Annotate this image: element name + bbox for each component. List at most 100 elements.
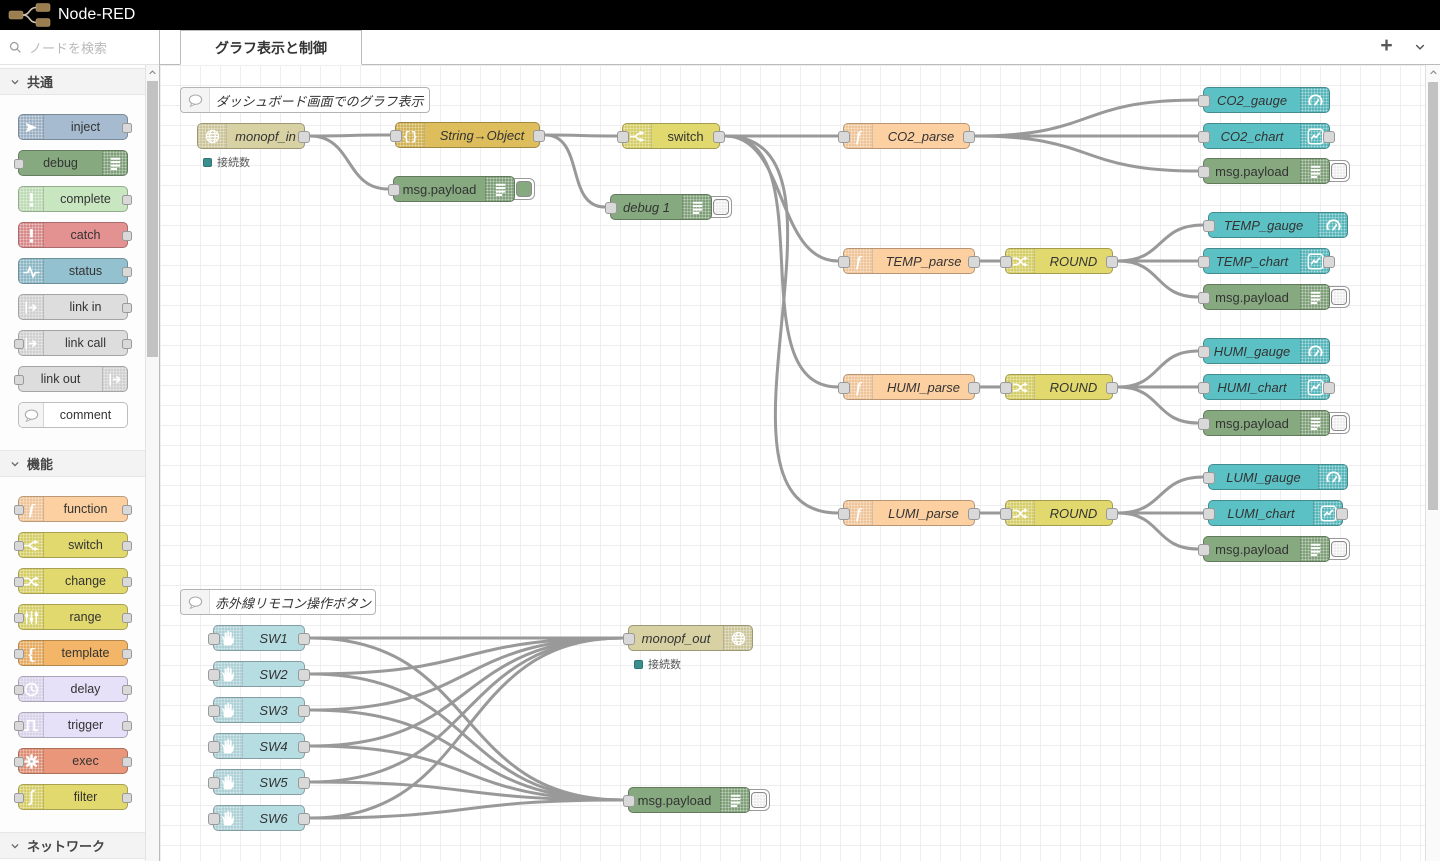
- input-port[interactable]: [14, 649, 24, 659]
- wire-round2-to-mp4[interactable]: [1118, 387, 1198, 423]
- palette-node-link-in[interactable]: link in: [18, 294, 128, 320]
- output-port[interactable]: [122, 267, 132, 277]
- output-port[interactable]: [122, 339, 132, 349]
- palette-scrollbar[interactable]: [145, 65, 159, 861]
- wire-round3-to-lumi_gauge[interactable]: [1118, 477, 1203, 513]
- output-port[interactable]: [122, 613, 132, 623]
- canvas-scrollbar-up-icon[interactable]: [1426, 65, 1440, 80]
- wire-round1-to-temp_gauge[interactable]: [1118, 225, 1203, 261]
- node-humi_parse[interactable]: fHUMI_parse: [843, 374, 975, 400]
- output-port[interactable]: [122, 541, 132, 551]
- node-temp_chart[interactable]: TEMP_chart: [1203, 248, 1330, 274]
- input-port[interactable]: [208, 777, 220, 789]
- node-temp_parse[interactable]: fTEMP_parse: [843, 248, 975, 274]
- output-port[interactable]: [122, 685, 132, 695]
- palette-category-1[interactable]: 共通: [0, 68, 145, 95]
- palette-scrollbar-up-icon[interactable]: [146, 65, 159, 80]
- node-round2[interactable]: ROUND: [1005, 374, 1113, 400]
- output-port[interactable]: [968, 508, 980, 520]
- palette-node-range[interactable]: range: [18, 604, 128, 630]
- output-port[interactable]: [122, 721, 132, 731]
- input-port[interactable]: [1198, 346, 1210, 358]
- node-sw4[interactable]: SW4: [213, 733, 305, 759]
- input-port[interactable]: [14, 541, 24, 551]
- canvas-scrollbar-thumb[interactable]: [1428, 82, 1438, 510]
- input-port[interactable]: [838, 131, 850, 143]
- input-port[interactable]: [838, 256, 850, 268]
- input-port[interactable]: [14, 505, 24, 515]
- palette-node-function[interactable]: ffunction: [18, 496, 128, 522]
- node-co2_gauge[interactable]: CO2_gauge: [1203, 87, 1330, 113]
- output-port[interactable]: [122, 649, 132, 659]
- output-port[interactable]: [1323, 131, 1335, 143]
- wire-round3-to-mp5[interactable]: [1118, 513, 1198, 549]
- input-port[interactable]: [1203, 508, 1215, 520]
- input-port[interactable]: [1203, 472, 1215, 484]
- node-mp3[interactable]: msg.payload: [1203, 284, 1330, 310]
- canvas-scrollbar[interactable]: [1425, 65, 1440, 861]
- input-port[interactable]: [14, 685, 24, 695]
- palette-node-template[interactable]: {template: [18, 640, 128, 666]
- output-port[interactable]: [298, 131, 310, 143]
- palette-node-link-call[interactable]: link call: [18, 330, 128, 356]
- input-port[interactable]: [14, 577, 24, 587]
- output-port[interactable]: [533, 130, 545, 142]
- comment-node-c1[interactable]: ダッシュボード画面でのグラフ表示: [180, 87, 430, 113]
- palette-node-change[interactable]: change: [18, 568, 128, 594]
- wire-str2obj-to-debug1[interactable]: [545, 135, 605, 207]
- node-mp2[interactable]: msg.payload: [1203, 158, 1330, 184]
- wire-switch1-to-humi_parse[interactable]: [725, 136, 838, 387]
- wire-monopf_in-to-str2obj[interactable]: [310, 135, 390, 136]
- node-monopf_out[interactable]: monopf_out: [628, 625, 753, 651]
- input-port[interactable]: [1000, 508, 1012, 520]
- output-port[interactable]: [122, 303, 132, 313]
- output-port[interactable]: [298, 669, 310, 681]
- node-humi_chart[interactable]: HUMI_chart: [1203, 374, 1330, 400]
- output-port[interactable]: [298, 633, 310, 645]
- input-port[interactable]: [623, 633, 635, 645]
- input-port[interactable]: [1000, 256, 1012, 268]
- node-sw2[interactable]: SW2: [213, 661, 305, 687]
- node-temp_gauge[interactable]: TEMP_gauge: [1208, 212, 1348, 238]
- node-mp1[interactable]: msg.payload: [393, 176, 515, 202]
- input-port[interactable]: [623, 795, 635, 807]
- wire-monopf_in-to-mp1[interactable]: [310, 136, 388, 189]
- output-port[interactable]: [122, 195, 132, 205]
- node-switch1[interactable]: switch: [622, 123, 720, 149]
- input-port[interactable]: [14, 375, 24, 385]
- output-port[interactable]: [1106, 382, 1118, 394]
- output-port[interactable]: [122, 577, 132, 587]
- add-flow-button[interactable]: +: [1370, 29, 1403, 65]
- input-port[interactable]: [617, 131, 629, 143]
- palette-scrollbar-thumb[interactable]: [147, 81, 158, 357]
- palette-node-delay[interactable]: delay: [18, 676, 128, 702]
- node-debug1[interactable]: debug 1: [610, 194, 712, 220]
- wire-sw6-to-mp6[interactable]: [310, 800, 623, 818]
- input-port[interactable]: [1198, 131, 1210, 143]
- palette-node-trigger[interactable]: trigger: [18, 712, 128, 738]
- wire-sw3-to-mp6[interactable]: [310, 710, 623, 800]
- node-monopf_in[interactable]: monopf_in: [197, 123, 305, 149]
- input-port[interactable]: [14, 339, 24, 349]
- input-port[interactable]: [1198, 382, 1210, 394]
- output-port[interactable]: [968, 382, 980, 394]
- flow-list-chevron-button[interactable]: [1403, 30, 1436, 64]
- node-str2obj[interactable]: {}String→Object: [395, 122, 540, 148]
- node-sw3[interactable]: SW3: [213, 697, 305, 723]
- input-port[interactable]: [1198, 166, 1210, 178]
- output-port[interactable]: [963, 131, 975, 143]
- input-port[interactable]: [838, 382, 850, 394]
- node-sw1[interactable]: SW1: [213, 625, 305, 651]
- output-port[interactable]: [713, 131, 725, 143]
- palette-node-complete[interactable]: complete: [18, 186, 128, 212]
- palette-category-2[interactable]: 機能: [0, 450, 145, 477]
- palette-node-comment[interactable]: comment: [18, 402, 128, 428]
- palette-node-filter[interactable]: filter: [18, 784, 128, 810]
- node-sw5[interactable]: SW5: [213, 769, 305, 795]
- output-port[interactable]: [298, 705, 310, 717]
- node-mp6[interactable]: msg.payload: [628, 787, 750, 813]
- palette-node-link-out[interactable]: link out: [18, 366, 128, 392]
- output-port[interactable]: [298, 741, 310, 753]
- node-humi_gauge[interactable]: HUMI_gauge: [1203, 338, 1330, 364]
- output-port[interactable]: [968, 256, 980, 268]
